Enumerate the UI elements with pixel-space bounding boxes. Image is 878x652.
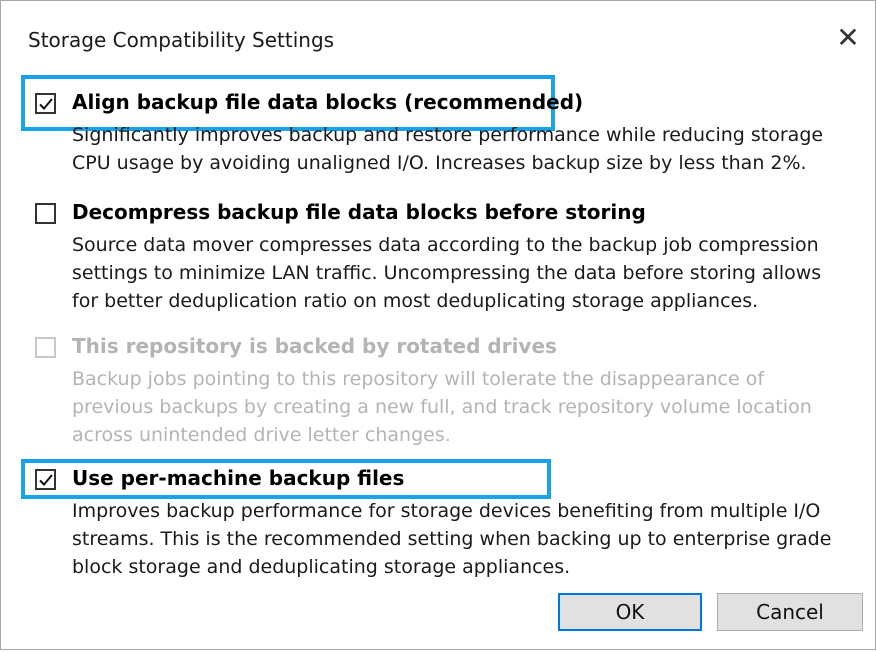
checkmark-icon [38,97,53,110]
option-decompress: Decompress backup file data blocks befor… [31,197,865,315]
align-blocks-label: Align backup file data blocks (recommend… [72,90,584,114]
decompress-label: Decompress backup file data blocks befor… [72,200,646,224]
option-row[interactable]: Align backup file data blocks (recommend… [31,87,865,121]
checkmark-icon [38,473,53,486]
option-row[interactable]: Decompress backup file data blocks befor… [31,197,865,231]
dialog-title: Storage Compatibility Settings [28,28,335,52]
decompress-description: Source data mover compresses data accord… [72,234,822,312]
cancel-button[interactable]: Cancel [717,593,863,631]
per-machine-label: Use per-machine backup files [72,466,405,490]
per-machine-description: Improves backup performance for storage … [72,500,832,578]
option-per-machine: Use per-machine backup files Improves ba… [31,463,865,581]
close-icon[interactable]: ✕ [833,23,863,53]
option-align-blocks: Align backup file data blocks (recommend… [31,87,865,177]
title-bar: Storage Compatibility Settings ✕ [1,1,875,79]
storage-compatibility-dialog: Storage Compatibility Settings ✕ Align b… [0,0,876,650]
align-blocks-description: Significantly improves backup and restor… [72,124,824,174]
align-blocks-checkbox[interactable] [35,93,56,114]
option-row: This repository is backed by rotated dri… [31,331,865,365]
decompress-checkbox[interactable] [35,203,56,224]
rotated-drives-label: This repository is backed by rotated dri… [72,334,557,358]
option-rotated-drives: This repository is backed by rotated dri… [31,331,865,449]
option-row[interactable]: Use per-machine backup files [31,463,865,497]
rotated-drives-checkbox [35,337,56,358]
ok-button[interactable]: OK [558,593,702,631]
per-machine-checkbox[interactable] [35,469,56,490]
rotated-drives-description: Backup jobs pointing to this repository … [72,368,812,446]
